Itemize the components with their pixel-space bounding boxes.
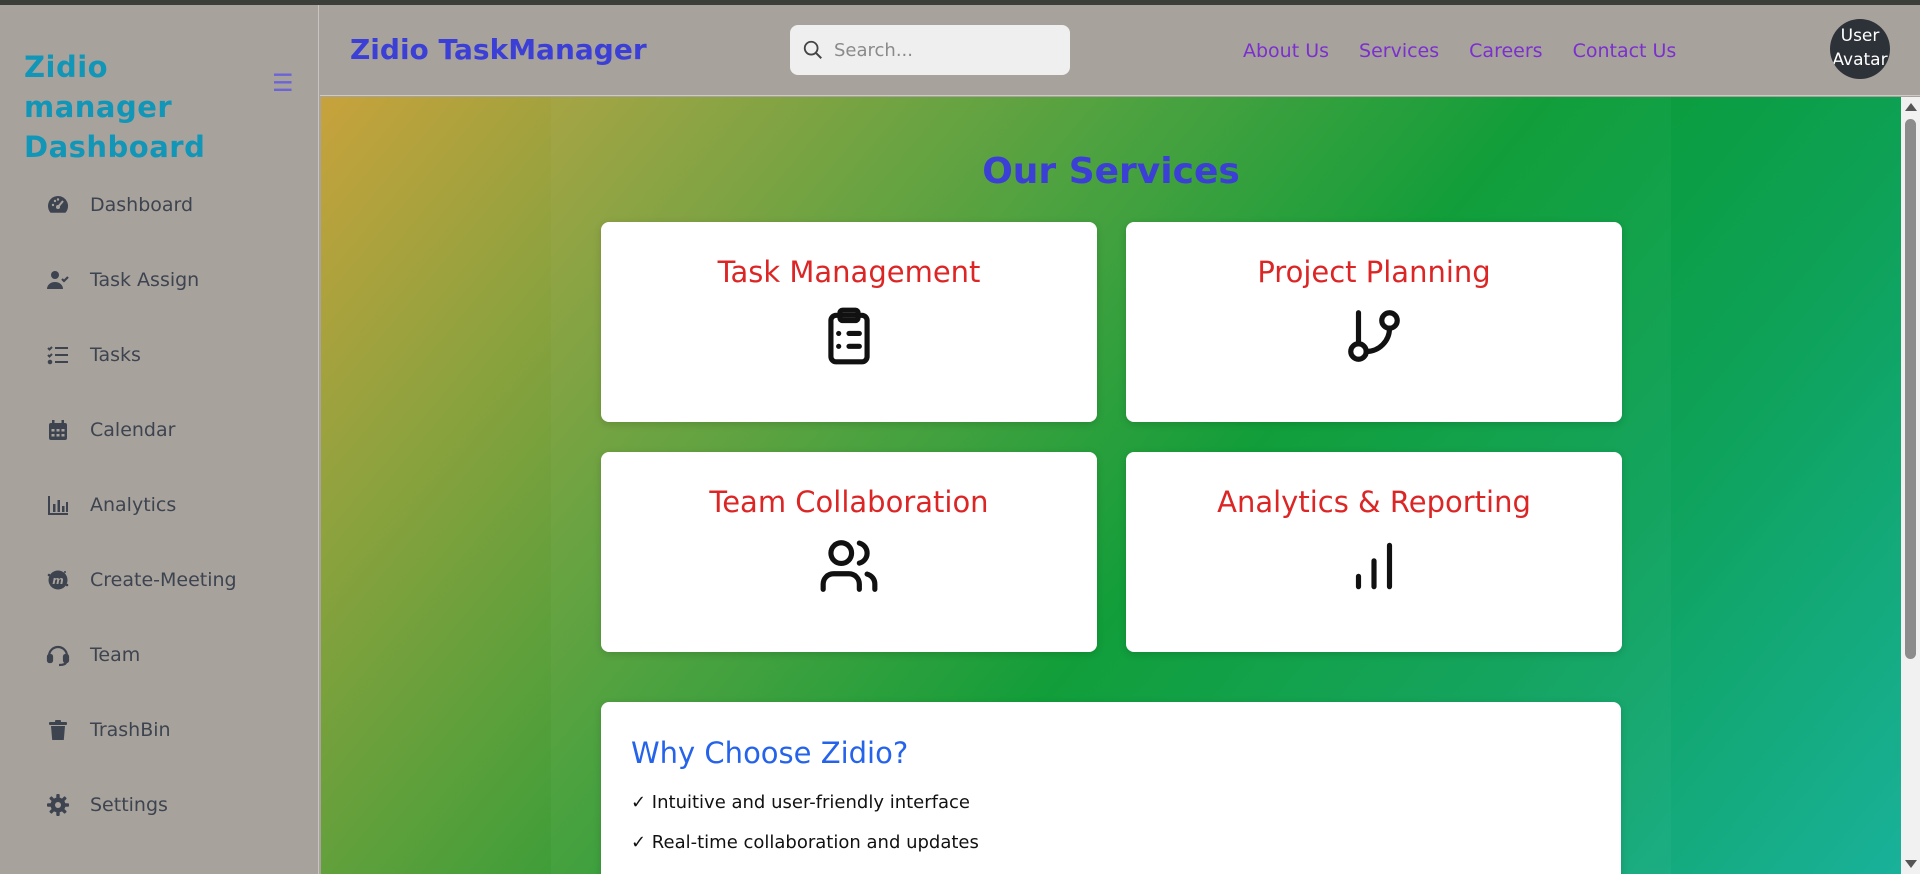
why-list: ✓ Intuitive and user-friendly interface …: [631, 792, 1591, 853]
sidebar-item-dashboard[interactable]: Dashboard: [44, 185, 304, 225]
headset-icon: [44, 641, 72, 669]
service-card-project-planning[interactable]: Project Planning: [1126, 222, 1622, 422]
scrollbar-thumb[interactable]: [1905, 119, 1916, 659]
link-about-us[interactable]: About Us: [1243, 40, 1329, 62]
app-title: Zidio TaskManager: [350, 33, 647, 66]
sidebar: Zidio manager Dashboard ☰ Dashboard Task…: [0, 5, 319, 874]
avatar[interactable]: User Avatar: [1830, 19, 1890, 79]
list-check-icon: [44, 341, 72, 369]
scroll-up-icon[interactable]: [1905, 103, 1917, 111]
search-input[interactable]: [834, 39, 1054, 61]
svg-text:m: m: [52, 574, 63, 587]
link-careers[interactable]: Careers: [1469, 40, 1542, 62]
link-services[interactable]: Services: [1359, 40, 1439, 62]
scroll-down-icon[interactable]: [1905, 860, 1917, 868]
sidebar-item-task-assign[interactable]: Task Assign: [44, 260, 304, 300]
sidebar-item-analytics[interactable]: Analytics: [44, 485, 304, 525]
sidebar-item-create-meeting[interactable]: m Create-Meeting: [44, 560, 304, 600]
hamburger-icon[interactable]: ☰: [272, 72, 294, 96]
gauge-icon: [44, 191, 72, 219]
user-check-icon: [44, 266, 72, 294]
top-header: Zidio TaskManager About Us Services Care…: [320, 5, 1920, 96]
link-contact-us[interactable]: Contact Us: [1573, 40, 1677, 62]
sidebar-item-settings[interactable]: Settings: [44, 785, 304, 825]
gear-icon: [44, 791, 72, 819]
service-card-title: Project Planning: [1257, 255, 1491, 289]
trash-icon: [44, 716, 72, 744]
sidebar-item-label: Settings: [90, 794, 168, 816]
sidebar-item-label: Analytics: [90, 494, 177, 516]
signal-bars-icon: [1126, 535, 1622, 597]
service-card-team-collaboration[interactable]: Team Collaboration: [601, 452, 1097, 652]
header-links: About Us Services Careers Contact Us: [1243, 40, 1676, 62]
sidebar-item-tasks[interactable]: Tasks: [44, 335, 304, 375]
why-title: Why Choose Zidio?: [631, 736, 909, 770]
why-choose-section: Why Choose Zidio? ✓ Intuitive and user-f…: [601, 702, 1621, 874]
sidebar-item-label: TrashBin: [90, 719, 171, 741]
search-icon: [803, 40, 822, 59]
clipboard-list-icon: [601, 305, 1097, 367]
service-card-title: Analytics & Reporting: [1217, 485, 1531, 519]
sidebar-item-label: Create-Meeting: [90, 569, 237, 591]
calendar-icon: [44, 416, 72, 444]
sidebar-item-label: Calendar: [90, 419, 176, 441]
sidebar-item-label: Task Assign: [90, 269, 200, 291]
service-card-title: Team Collaboration: [709, 485, 989, 519]
list-item: ✓ Real-time collaboration and updates: [631, 832, 979, 853]
sidebar-brand: Zidio manager Dashboard: [24, 50, 206, 164]
bar-chart-icon: [44, 491, 72, 519]
git-branch-icon: [1126, 305, 1622, 367]
service-card-analytics-reporting[interactable]: Analytics & Reporting: [1126, 452, 1622, 652]
users-icon: [601, 535, 1097, 597]
service-card-title: Task Management: [717, 255, 981, 289]
sidebar-item-label: Dashboard: [90, 194, 194, 216]
sidebar-item-label: Tasks: [90, 344, 141, 366]
scrollbar[interactable]: [1901, 97, 1920, 874]
sidebar-item-trashbin[interactable]: TrashBin: [44, 710, 304, 750]
list-item: ✓ Intuitive and user-friendly interface: [631, 792, 970, 813]
service-card-task-management[interactable]: Task Management: [601, 222, 1097, 422]
main-content: Our Services Task Management Project Pla…: [321, 97, 1901, 874]
page-title: Our Services: [982, 151, 1240, 192]
sidebar-item-team[interactable]: Team: [44, 635, 304, 675]
sidebar-item-label: Team: [90, 644, 141, 666]
meetup-icon: m: [44, 566, 72, 594]
sidebar-item-calendar[interactable]: Calendar: [44, 410, 304, 450]
search-box[interactable]: [790, 25, 1070, 75]
